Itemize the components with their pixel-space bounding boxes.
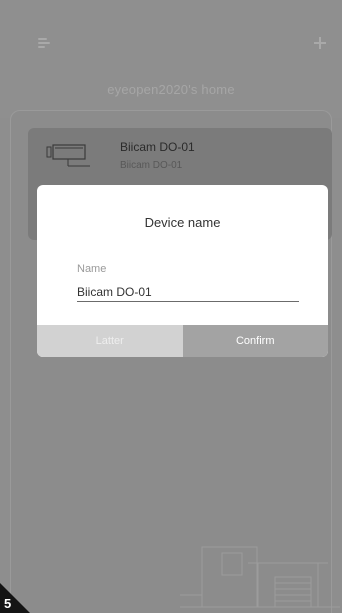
confirm-button[interactable]: Confirm [182,325,328,357]
dialog-buttons: Latter Confirm [37,325,328,357]
app-header: eyeopen2020's home [0,0,342,118]
device-name-dialog: Device name Name Latter Confirm [37,185,328,357]
device-model: Biicam DO-01 [120,160,183,171]
name-field-label: Name [77,263,107,275]
dialog-title: Device name [144,215,221,230]
page-number: 5 [4,596,12,611]
later-button[interactable]: Latter [37,325,183,357]
camera-icon [46,144,90,167]
menu-icon[interactable] [38,38,52,50]
device-name: Biicam DO-01 [120,140,195,154]
plus-icon[interactable] [314,37,326,49]
home-title: eyeopen2020's home [107,82,235,97]
name-input[interactable] [77,282,299,302]
house-illustration [180,546,340,608]
